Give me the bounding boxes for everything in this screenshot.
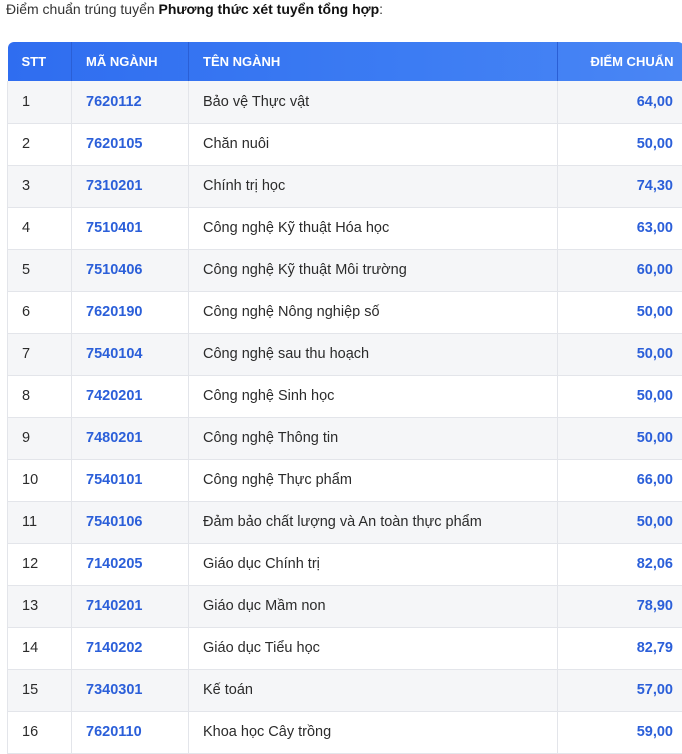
cell-major-code: 7140201 <box>72 585 189 627</box>
header-code: MÃ NGÀNH <box>72 42 189 81</box>
cell-score: 50,00 <box>558 375 682 417</box>
cell-major-name: Công nghệ Thông tin <box>189 417 558 459</box>
cell-major-name: Khoa học Cây trồng <box>189 711 558 753</box>
cell-score: 82,06 <box>558 543 682 585</box>
score-table: STT MÃ NGÀNH TÊN NGÀNH ĐIỂM CHUẨN 176201… <box>7 42 682 754</box>
cell-major-name: Công nghệ Kỹ thuật Hóa học <box>189 207 558 249</box>
cell-score: 82,79 <box>558 627 682 669</box>
table-row: 147140202Giáo dục Tiểu học82,79 <box>8 627 682 669</box>
cell-stt: 1 <box>8 81 72 123</box>
cell-stt: 9 <box>8 417 72 459</box>
cell-major-name: Giáo dục Mầm non <box>189 585 558 627</box>
cell-major-code: 7310201 <box>72 165 189 207</box>
cell-major-code: 7540104 <box>72 333 189 375</box>
cell-major-name: Giáo dục Chính trị <box>189 543 558 585</box>
intro-prefix: Điểm chuẩn trúng tuyển <box>6 1 159 17</box>
table-header: STT MÃ NGÀNH TÊN NGÀNH ĐIỂM CHUẨN <box>8 42 682 81</box>
cell-stt: 10 <box>8 459 72 501</box>
cell-score: 50,00 <box>558 501 682 543</box>
cell-score: 50,00 <box>558 123 682 165</box>
cell-major-code: 7510406 <box>72 249 189 291</box>
cell-major-code: 7620112 <box>72 81 189 123</box>
table-row: 57510406Công nghệ Kỹ thuật Môi trường60,… <box>8 249 682 291</box>
cell-major-name: Giáo dục Tiểu học <box>189 627 558 669</box>
cell-stt: 7 <box>8 333 72 375</box>
table-row: 47510401Công nghệ Kỹ thuật Hóa học63,00 <box>8 207 682 249</box>
table-row: 77540104Công nghệ sau thu hoạch50,00 <box>8 333 682 375</box>
table-row: 107540101Công nghệ Thực phẩm66,00 <box>8 459 682 501</box>
table-row: 127140205Giáo dục Chính trị82,06 <box>8 543 682 585</box>
header-score: ĐIỂM CHUẨN <box>558 42 682 81</box>
cell-major-name: Công nghệ sau thu hoạch <box>189 333 558 375</box>
cell-stt: 11 <box>8 501 72 543</box>
cell-major-name: Kế toán <box>189 669 558 711</box>
cell-stt: 13 <box>8 585 72 627</box>
cell-stt: 4 <box>8 207 72 249</box>
table-row: 37310201Chính trị học74,30 <box>8 165 682 207</box>
cell-stt: 16 <box>8 711 72 753</box>
cell-score: 78,90 <box>558 585 682 627</box>
cell-major-name: Chăn nuôi <box>189 123 558 165</box>
cell-stt: 14 <box>8 627 72 669</box>
header-stt: STT <box>8 42 72 81</box>
cell-score: 60,00 <box>558 249 682 291</box>
table-row: 27620105Chăn nuôi50,00 <box>8 123 682 165</box>
cell-stt: 6 <box>8 291 72 333</box>
cell-major-code: 7480201 <box>72 417 189 459</box>
cell-score: 66,00 <box>558 459 682 501</box>
table-row: 117540106Đảm bảo chất lượng và An toàn t… <box>8 501 682 543</box>
cell-major-name: Công nghệ Nông nghiệp số <box>189 291 558 333</box>
cell-score: 74,30 <box>558 165 682 207</box>
intro-text: Điểm chuẩn trúng tuyển Phương thức xét t… <box>6 0 383 18</box>
cell-major-code: 7420201 <box>72 375 189 417</box>
cell-major-code: 7620105 <box>72 123 189 165</box>
cell-stt: 15 <box>8 669 72 711</box>
cell-major-name: Công nghệ Kỹ thuật Môi trường <box>189 249 558 291</box>
table-row: 137140201Giáo dục Mầm non78,90 <box>8 585 682 627</box>
cell-stt: 3 <box>8 165 72 207</box>
table-body: 17620112Bảo vệ Thực vật64,0027620105Chăn… <box>8 81 682 753</box>
cell-major-name: Công nghệ Sinh học <box>189 375 558 417</box>
cell-major-code: 7510401 <box>72 207 189 249</box>
cell-score: 50,00 <box>558 291 682 333</box>
table-row: 167620110Khoa học Cây trồng59,00 <box>8 711 682 753</box>
cell-score: 57,00 <box>558 669 682 711</box>
table-row: 87420201Công nghệ Sinh học50,00 <box>8 375 682 417</box>
cell-major-code: 7140205 <box>72 543 189 585</box>
cell-stt: 8 <box>8 375 72 417</box>
table-row: 157340301Kế toán57,00 <box>8 669 682 711</box>
cell-major-code: 7140202 <box>72 627 189 669</box>
table-row: 67620190Công nghệ Nông nghiệp số50,00 <box>8 291 682 333</box>
cell-major-code: 7540101 <box>72 459 189 501</box>
cell-score: 59,00 <box>558 711 682 753</box>
score-table-container: STT MÃ NGÀNH TÊN NGÀNH ĐIỂM CHUẨN 176201… <box>7 42 682 754</box>
cell-score: 50,00 <box>558 417 682 459</box>
cell-major-code: 7540106 <box>72 501 189 543</box>
cell-major-code: 7340301 <box>72 669 189 711</box>
cell-score: 50,00 <box>558 333 682 375</box>
cell-major-code: 7620110 <box>72 711 189 753</box>
cell-score: 64,00 <box>558 81 682 123</box>
cell-stt: 12 <box>8 543 72 585</box>
cell-score: 63,00 <box>558 207 682 249</box>
table-row: 97480201Công nghệ Thông tin50,00 <box>8 417 682 459</box>
cell-stt: 2 <box>8 123 72 165</box>
cell-major-code: 7620190 <box>72 291 189 333</box>
header-name: TÊN NGÀNH <box>189 42 558 81</box>
intro-method: Phương thức xét tuyển tổng hợp <box>159 1 380 17</box>
cell-major-name: Đảm bảo chất lượng và An toàn thực phẩm <box>189 501 558 543</box>
cell-major-name: Bảo vệ Thực vật <box>189 81 558 123</box>
header-row: STT MÃ NGÀNH TÊN NGÀNH ĐIỂM CHUẨN <box>8 42 682 81</box>
table-row: 17620112Bảo vệ Thực vật64,00 <box>8 81 682 123</box>
intro-suffix: : <box>379 1 383 17</box>
cell-major-name: Chính trị học <box>189 165 558 207</box>
cell-major-name: Công nghệ Thực phẩm <box>189 459 558 501</box>
cell-stt: 5 <box>8 249 72 291</box>
